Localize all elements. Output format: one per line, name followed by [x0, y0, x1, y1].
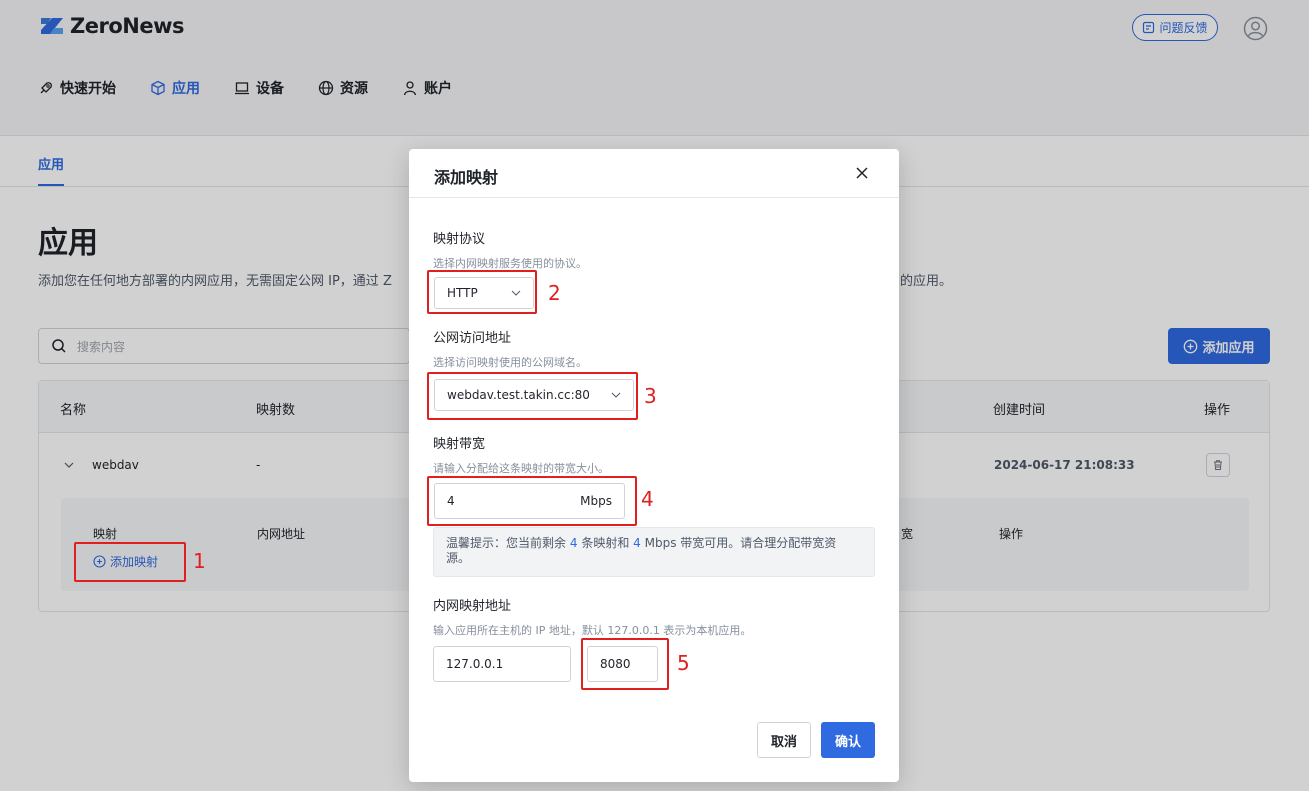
cancel-button[interactable]: 取消	[757, 722, 811, 758]
inner-address-hint: 输入应用所在主机的 IP 地址，默认 127.0.0.1 表示为本机应用。	[433, 624, 752, 637]
annotation-box-5	[581, 638, 669, 690]
tip-mappings-left: 4	[569, 536, 578, 550]
tip-bandwidth-left: 4	[633, 536, 641, 550]
cancel-label: 取消	[770, 734, 797, 750]
tip-middle: 条映射和	[581, 536, 630, 550]
inner-ip-value: 127.0.0.1	[446, 657, 504, 671]
dialog-title: 添加映射	[434, 168, 499, 187]
protocol-hint: 选择内网映射服务使用的协议。	[433, 257, 587, 270]
annotation-box-1	[74, 542, 186, 582]
confirm-button[interactable]: 确认	[821, 722, 875, 758]
public-address-hint: 选择访问映射使用的公网域名。	[433, 356, 587, 369]
close-icon[interactable]	[854, 165, 870, 181]
annotation-box-4	[427, 476, 637, 526]
annotation-number-1: 1	[193, 549, 206, 573]
public-address-label: 公网访问地址	[433, 331, 512, 346]
annotation-number-5: 5	[677, 651, 690, 675]
bandwidth-hint: 请输入分配给这条映射的带宽大小。	[433, 462, 609, 475]
tip-suffix-line2: 源。	[446, 551, 471, 565]
inner-ip-input[interactable]: 127.0.0.1	[433, 646, 571, 682]
bandwidth-tip: 温馨提示：您当前剩余 4 条映射和 4 Mbps 带宽可用。请合理分配带宽资 源…	[433, 527, 875, 577]
annotation-number-3: 3	[644, 384, 657, 408]
tip-suffix: Mbps 带宽可用。请合理分配带宽资	[644, 536, 837, 550]
annotation-number-2: 2	[548, 281, 561, 305]
dialog-header: 添加映射	[409, 149, 899, 198]
inner-address-label: 内网映射地址	[433, 599, 512, 614]
annotation-box-3	[427, 372, 638, 420]
confirm-label: 确认	[834, 734, 861, 750]
bandwidth-label: 映射带宽	[433, 437, 486, 452]
protocol-label: 映射协议	[433, 232, 486, 247]
annotation-number-4: 4	[641, 487, 654, 511]
annotation-box-2	[427, 270, 537, 314]
tip-prefix: 温馨提示：您当前剩余	[446, 536, 567, 550]
